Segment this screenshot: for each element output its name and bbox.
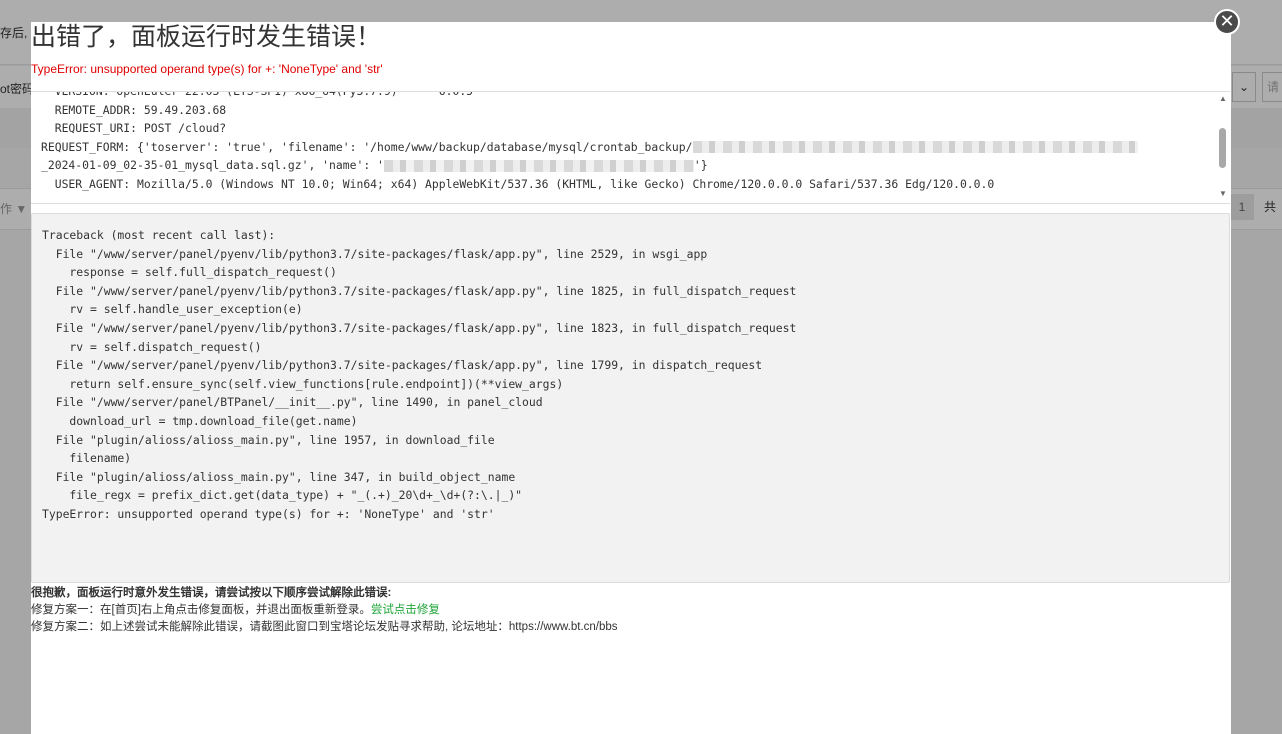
traceback-panel: Traceback (most recent call last): File …: [31, 213, 1230, 583]
redacted-filename: [692, 141, 1138, 153]
fix-option-1: 修复方案一：在[首页]右上角点击修复面板，并退出面板重新登录。尝试点击修复: [31, 602, 618, 619]
traceback-line: File "/www/server/panel/BTPanel/__init__…: [42, 395, 543, 410]
traceback-line: File "/www/server/panel/pyenv/lib/python…: [42, 320, 797, 335]
traceback-content: Traceback (most recent call last): File …: [42, 226, 796, 524]
traceback-line: download_url = tmp.download_file(get.nam…: [42, 413, 358, 428]
try-repair-link[interactable]: 尝试点击修复: [371, 604, 440, 616]
request-info-scrollbar[interactable]: ▲ ▼: [1216, 92, 1230, 203]
traceback-line: filename): [42, 451, 132, 466]
request-form-text: REQUEST_FORM: {'toserver': 'true', 'file…: [41, 139, 693, 154]
scrollbar-thumb[interactable]: [1219, 128, 1226, 168]
version-line: VERSION: OpenEuler 22.03 (LTS-SP1) x86_6…: [41, 91, 474, 98]
error-message: TypeError: unsupported operand type(s) f…: [31, 62, 383, 76]
scroll-up-arrow-icon[interactable]: ▲: [1218, 94, 1228, 103]
request-info-content: VERSION: OpenEuler 22.03 (LTS-SP1) x86_6…: [41, 91, 1216, 193]
traceback-line: return self.ensure_sync(self.view_functi…: [42, 376, 564, 391]
traceback-line: response = self.full_dispatch_request(): [42, 265, 337, 280]
scroll-down-arrow-icon[interactable]: ▼: [1218, 189, 1228, 198]
remote-addr-line: REMOTE_ADDR: 59.49.203.68: [41, 102, 227, 117]
request-form-text-continued: _2024-01-09_02-35-01_mysql_data.sql.gz',…: [41, 158, 384, 172]
request-info-panel: VERSION: OpenEuler 22.03 (LTS-SP1) x86_6…: [31, 91, 1230, 204]
traceback-line: File "/www/server/panel/pyenv/lib/python…: [42, 283, 797, 298]
request-uri-line: REQUEST_URI: POST /cloud?: [41, 121, 227, 135]
dialog-title: 出错了，面板运行时发生错误！: [31, 23, 382, 51]
fix-option-2: 修复方案二：如上述尝试未能解除此错误，请截图此窗口到宝塔论坛发贴寻求帮助, 论坛…: [31, 621, 618, 633]
traceback-line: rv = self.dispatch_request(): [42, 339, 262, 354]
request-form-close: '}: [693, 158, 708, 172]
traceback-line: File "plugin/alioss/alioss_main.py", lin…: [42, 432, 495, 447]
traceback-line: rv = self.handle_user_exception(e): [42, 302, 303, 317]
fix-option-1-text: 修复方案一：在[首页]右上角点击修复面板，并退出面板重新登录。: [31, 604, 371, 616]
traceback-line: File "/www/server/panel/pyenv/lib/python…: [42, 246, 708, 261]
error-dialog: 出错了，面板运行时发生错误！ TypeError: unsupported op…: [31, 22, 1231, 734]
help-title: 很抱歉，面板运行时意外发生错误，请尝试按以下顺序尝试解除此错误:: [31, 587, 392, 599]
traceback-line: File "/www/server/panel/pyenv/lib/python…: [42, 358, 763, 373]
user-agent-line: USER_AGENT: Mozilla/5.0 (Windows NT 10.0…: [41, 176, 995, 191]
traceback-line: Traceback (most recent call last):: [42, 228, 276, 242]
help-section: 很抱歉，面板运行时意外发生错误，请尝试按以下顺序尝试解除此错误: 修复方案一：在…: [31, 585, 618, 636]
redacted-name: [383, 159, 694, 172]
request-form-line-continued: _2024-01-09_02-35-01_mysql_data.sql.gz',…: [41, 156, 1216, 175]
traceback-line: File "plugin/alioss/alioss_main.py", lin…: [42, 469, 516, 484]
request-form-line: REQUEST_FORM: {'toserver': 'true', 'file…: [41, 138, 1216, 157]
close-icon[interactable]: ✕: [1214, 9, 1240, 35]
traceback-line: TypeError: unsupported operand type(s) f…: [42, 506, 495, 521]
traceback-line: file_regx = prefix_dict.get(data_type) +…: [42, 488, 523, 503]
